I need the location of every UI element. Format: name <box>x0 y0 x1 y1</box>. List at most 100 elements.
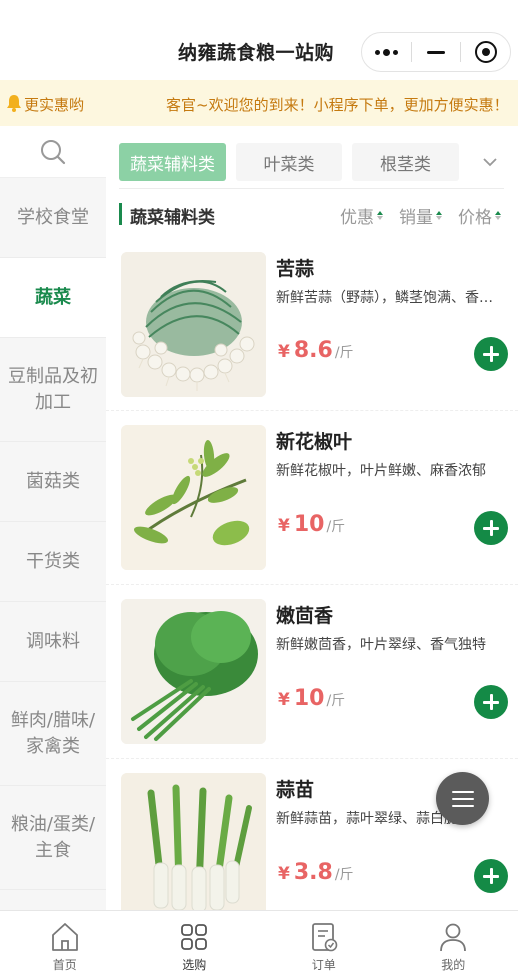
divider <box>119 188 504 189</box>
notice-label: 更实惠哟 <box>24 96 85 114</box>
product-name: 苦蒜 <box>276 258 315 280</box>
add-to-cart-button[interactable] <box>474 511 508 545</box>
more-dots-icon <box>374 48 398 56</box>
sidebar-item-meat-poultry[interactable]: 鲜肉/腊味/家禽类 <box>0 682 106 786</box>
currency-symbol: ¥ <box>278 690 290 710</box>
sidebar-item-seasoning[interactable]: 调味料 <box>0 602 106 682</box>
add-to-cart-button[interactable] <box>474 859 508 893</box>
currency-symbol: ¥ <box>278 516 290 536</box>
more-button[interactable] <box>362 33 411 71</box>
tab-label: 订单 <box>311 958 336 972</box>
product-price: ¥3.8/斤 <box>278 860 354 885</box>
product-card[interactable]: 苦蒜 新鲜苦蒜（野蒜），鳞茎饱满、香气浓郁 ¥8.6/斤 <box>106 238 518 411</box>
sort-label: 优惠 <box>340 208 374 228</box>
currency-symbol: ¥ <box>278 342 290 362</box>
minimize-icon <box>427 50 445 54</box>
product-price: ¥10/斤 <box>278 686 345 711</box>
section-accent-bar <box>119 203 122 225</box>
tab-shop[interactable]: 选购 <box>130 911 260 978</box>
price-unit: /斤 <box>326 693 346 709</box>
sidebar-item-mushrooms[interactable]: 菌菇类 <box>0 442 106 522</box>
sort-arrows-icon <box>377 211 383 220</box>
product-card[interactable]: 嫩茴香 新鲜嫩茴香，叶片翠绿、香气独特 ¥10/斤 <box>106 586 518 759</box>
product-image <box>121 425 266 570</box>
menu-icon <box>451 790 474 793</box>
floating-menu-button[interactable] <box>436 772 489 825</box>
category-sidebar: 学校食堂 蔬菜 豆制品及初加工 菌菇类 干货类 调味料 鲜肉/腊味/家禽类 粮油… <box>0 126 106 910</box>
tab-vegetable-accessories[interactable]: 蔬菜辅料类 <box>119 143 226 181</box>
tab-label: 首页 <box>52 958 77 972</box>
mini-program-capsule <box>361 32 511 72</box>
sort-arrows-icon <box>495 211 501 220</box>
tab-orders[interactable]: 订单 <box>259 911 389 978</box>
tab-label: 我的 <box>441 958 466 972</box>
price-value: 3.8 <box>293 860 333 885</box>
chevron-down-icon[interactable] <box>482 154 498 170</box>
product-description: 新鲜花椒叶，叶片鲜嫩、麻香浓郁 <box>276 463 486 479</box>
price-unit: /斤 <box>334 867 354 883</box>
category-grid-icon <box>181 924 208 950</box>
bottom-tab-bar: 首页 选购 订单 我的 <box>0 910 518 978</box>
product-price: ¥8.6/斤 <box>278 338 354 363</box>
sidebar-item-label: 鲜肉/腊味/家禽类 <box>10 710 96 757</box>
section-header: 蔬菜辅料类 优惠 销量 价格 <box>119 203 509 228</box>
product-card[interactable]: 新花椒叶 新鲜花椒叶，叶片鲜嫩、麻香浓郁 ¥10/斤 <box>106 412 518 585</box>
sidebar-item-label: 干货类 <box>26 550 80 572</box>
price-value: 10 <box>293 686 325 711</box>
search-button[interactable] <box>0 126 106 178</box>
sort-label: 价格 <box>458 208 492 228</box>
add-to-cart-button[interactable] <box>474 337 508 371</box>
price-unit: /斤 <box>334 345 354 361</box>
price-value: 8.6 <box>293 338 333 363</box>
close-target-icon <box>474 41 497 63</box>
sort-arrows-icon <box>436 211 442 220</box>
sidebar-item-label: 蔬菜 <box>35 286 71 308</box>
bell-icon <box>7 95 21 112</box>
home-icon <box>51 923 78 951</box>
page-title: 纳雍蔬食粮一站购 <box>178 42 335 64</box>
currency-symbol: ¥ <box>278 864 290 884</box>
tab-profile[interactable]: 我的 <box>389 911 518 978</box>
order-icon <box>311 923 338 952</box>
sidebar-item-grain-oil-eggs[interactable]: 粮油/蛋类/主食 <box>0 786 106 890</box>
sidebar-item-dry-goods[interactable]: 干货类 <box>0 522 106 602</box>
product-image <box>121 773 266 910</box>
sidebar-item-label: 豆制品及初加工 <box>8 366 98 413</box>
sidebar-item-label: 粮油/蛋类/主食 <box>10 814 96 861</box>
price-value: 10 <box>293 512 325 537</box>
sidebar-item-school-canteen[interactable]: 学校食堂 <box>0 178 106 258</box>
user-icon <box>440 923 467 952</box>
sort-label: 销量 <box>399 208 433 228</box>
sort-sales[interactable]: 销量 <box>399 203 442 228</box>
tab-leafy-vegetables[interactable]: 叶菜类 <box>236 143 342 181</box>
header: 纳雍蔬食粮一站购 <box>0 0 518 80</box>
minimize-button[interactable] <box>412 33 461 71</box>
product-name: 蒜苗 <box>276 779 315 801</box>
app-page: 纳雍蔬食粮一站购 更实惠哟 客官~欢迎您的到来！小程序下单，更加方便实惠！ 学校… <box>0 0 518 978</box>
tab-label: 选购 <box>182 958 207 972</box>
product-name: 嫩茴香 <box>276 605 334 627</box>
section-title: 蔬菜辅料类 <box>130 208 215 228</box>
notice-bar[interactable]: 更实惠哟 客官~欢迎您的到来！小程序下单，更加方便实惠！ <box>0 80 518 126</box>
product-name: 新花椒叶 <box>276 431 353 453</box>
search-icon <box>41 139 66 164</box>
price-unit: /斤 <box>326 519 346 535</box>
notice-marquee-text: 客官~欢迎您的到来！小程序下单，更加方便实惠！ <box>166 96 509 114</box>
product-image <box>121 599 266 744</box>
tab-home[interactable]: 首页 <box>0 911 130 978</box>
product-description: 新鲜苦蒜（野蒜），鳞茎饱满、香气浓郁 <box>276 290 502 306</box>
sidebar-item-tofu[interactable]: 豆制品及初加工 <box>0 338 106 442</box>
sidebar-item-vegetables[interactable]: 蔬菜 <box>0 258 106 338</box>
tab-root-vegetables[interactable]: 根茎类 <box>352 143 459 181</box>
close-button[interactable] <box>461 33 510 71</box>
product-image <box>121 252 266 397</box>
product-description: 新鲜嫩茴香，叶片翠绿、香气独特 <box>276 637 486 653</box>
sidebar-item-label: 菌菇类 <box>26 470 80 492</box>
product-price: ¥10/斤 <box>278 512 345 537</box>
sidebar-item-label: 调味料 <box>26 630 80 652</box>
sidebar-item-label: 学校食堂 <box>17 206 89 228</box>
sort-discount[interactable]: 优惠 <box>340 203 383 228</box>
sort-options: 优惠 销量 价格 <box>340 203 501 228</box>
add-to-cart-button[interactable] <box>474 685 508 719</box>
sort-price[interactable]: 价格 <box>458 203 501 228</box>
